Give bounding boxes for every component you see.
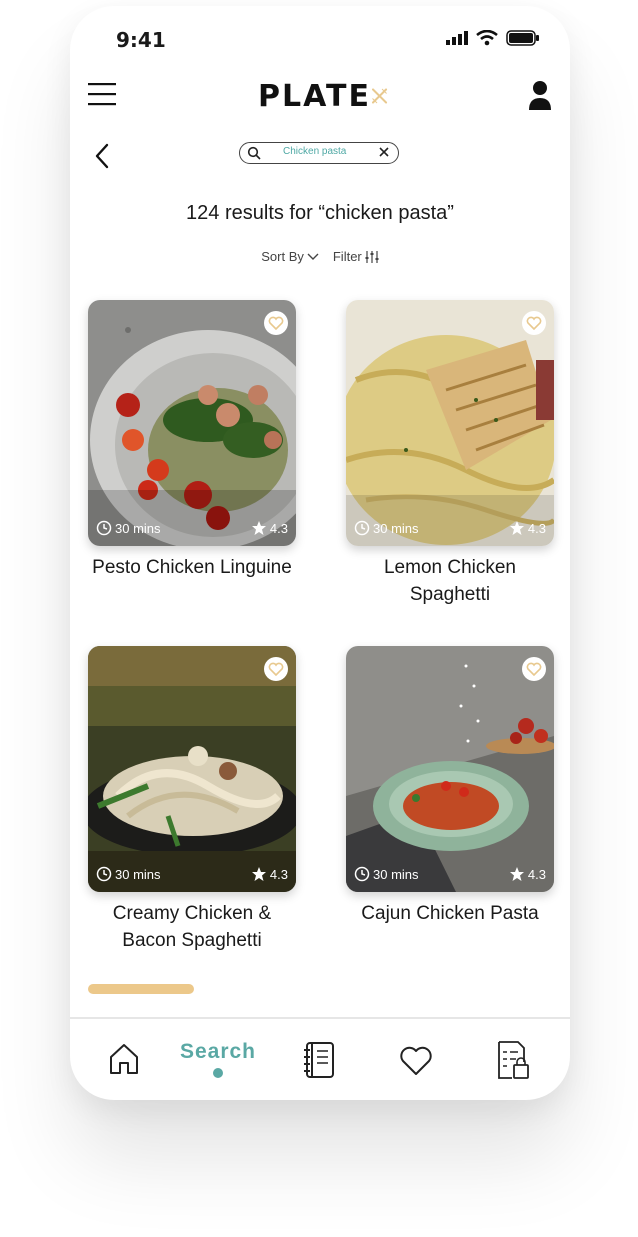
- heart-icon: [526, 662, 542, 676]
- status-time: 9:41: [116, 28, 166, 52]
- battery-icon: [506, 30, 539, 46]
- nav-search-tab[interactable]: Search: [175, 1040, 261, 1078]
- recipe-title[interactable]: Pesto Chicken Linguine: [88, 554, 296, 581]
- cajun-pasta-photo: [346, 646, 554, 892]
- cook-time: 30 mins: [373, 520, 419, 536]
- star-icon: [251, 521, 266, 535]
- recipe-image[interactable]: 30 mins 4.3: [88, 646, 296, 892]
- search-input[interactable]: Chicken pasta: [239, 142, 399, 164]
- favorite-button[interactable]: [264, 657, 288, 681]
- clock-icon: [354, 520, 370, 536]
- clock-icon: [96, 866, 112, 882]
- pesto-pasta-photo: [88, 300, 296, 546]
- phone-frame: 9:41 PLATE Chicken pasta 124 results for…: [70, 6, 570, 1100]
- logo-text: PLATE: [258, 78, 371, 114]
- recipe-card-3[interactable]: 30 mins 4.3 Creamy Chicken & Bacon Spagh…: [88, 646, 296, 954]
- favorite-button[interactable]: [522, 657, 546, 681]
- recipe-book-icon[interactable]: [302, 1041, 336, 1079]
- sort-by-label: Sort By: [261, 249, 304, 264]
- chevron-down-icon: [307, 253, 319, 260]
- creamy-bacon-photo: [88, 646, 296, 892]
- clear-search-icon[interactable]: [378, 146, 390, 158]
- recipe-image[interactable]: 30 mins 4.3: [346, 646, 554, 892]
- recipe-card-2[interactable]: 30 mins 4.3 Lemon Chicken Spaghetti: [346, 300, 554, 608]
- sliders-icon: [365, 250, 379, 263]
- search-query: Chicken pasta: [283, 146, 347, 157]
- results-title: 124 results for “chicken pasta”: [186, 202, 454, 224]
- clock-icon: [354, 866, 370, 882]
- rating: 4.3: [269, 866, 288, 882]
- recipe-title[interactable]: Lemon Chicken Spaghetti: [346, 554, 554, 608]
- home-icon[interactable]: [108, 1042, 140, 1076]
- back-chevron-icon[interactable]: [94, 142, 110, 170]
- status-icons: [446, 30, 540, 46]
- recipe-title[interactable]: Creamy Chicken & Bacon Spaghetti: [88, 900, 296, 954]
- sort-filter-row: Sort By Filter: [70, 249, 570, 264]
- nav-search-label: Search: [179, 1040, 257, 1063]
- hamburger-menu-icon[interactable]: [88, 82, 116, 106]
- recipe-card-1[interactable]: 30 mins 4.3 Pesto Chicken Linguine: [88, 300, 296, 581]
- heart-icon: [268, 316, 284, 330]
- favorite-button[interactable]: [264, 311, 288, 335]
- scroll-indicator: [88, 984, 194, 994]
- filter-label: Filter: [332, 249, 362, 264]
- recipe-meta: 30 mins 4.3: [354, 520, 546, 536]
- cook-time: 30 mins: [115, 866, 161, 882]
- star-icon: [509, 521, 524, 535]
- cook-time: 30 mins: [373, 866, 419, 882]
- recipe-meta: 30 mins 4.3: [354, 866, 546, 882]
- fork-knife-icon: [371, 88, 387, 104]
- cook-time: 30 mins: [115, 520, 161, 536]
- rating: 4.3: [527, 520, 546, 536]
- nav-divider: [70, 1017, 570, 1019]
- sort-by-button[interactable]: Sort By: [261, 249, 319, 264]
- recipe-meta: 30 mins 4.3: [96, 866, 288, 882]
- recipe-image[interactable]: 30 mins 4.3: [88, 300, 296, 546]
- shopping-list-icon[interactable]: [496, 1040, 530, 1080]
- app-logo[interactable]: PLATE: [258, 76, 388, 116]
- filter-button[interactable]: Filter: [333, 249, 379, 264]
- rating: 4.3: [527, 866, 546, 882]
- active-tab-dot: [213, 1068, 223, 1078]
- search-icon: [247, 146, 261, 160]
- heart-icon: [526, 316, 542, 330]
- heart-icon: [268, 662, 284, 676]
- recipe-card-4[interactable]: 30 mins 4.3 Cajun Chicken Pasta: [346, 646, 554, 927]
- rating: 4.3: [269, 520, 288, 536]
- favorite-button[interactable]: [522, 311, 546, 335]
- favorites-heart-icon[interactable]: [398, 1045, 434, 1077]
- star-icon: [509, 867, 524, 881]
- lemon-chicken-photo: [346, 300, 554, 546]
- recipe-image[interactable]: 30 mins 4.3: [346, 300, 554, 546]
- wifi-icon: [476, 30, 498, 46]
- clock-icon: [96, 520, 112, 536]
- recipe-meta: 30 mins 4.3: [96, 520, 288, 536]
- star-icon: [251, 867, 266, 881]
- profile-icon[interactable]: [528, 80, 552, 112]
- signal-icon: [446, 31, 468, 45]
- recipe-title[interactable]: Cajun Chicken Pasta: [346, 900, 554, 927]
